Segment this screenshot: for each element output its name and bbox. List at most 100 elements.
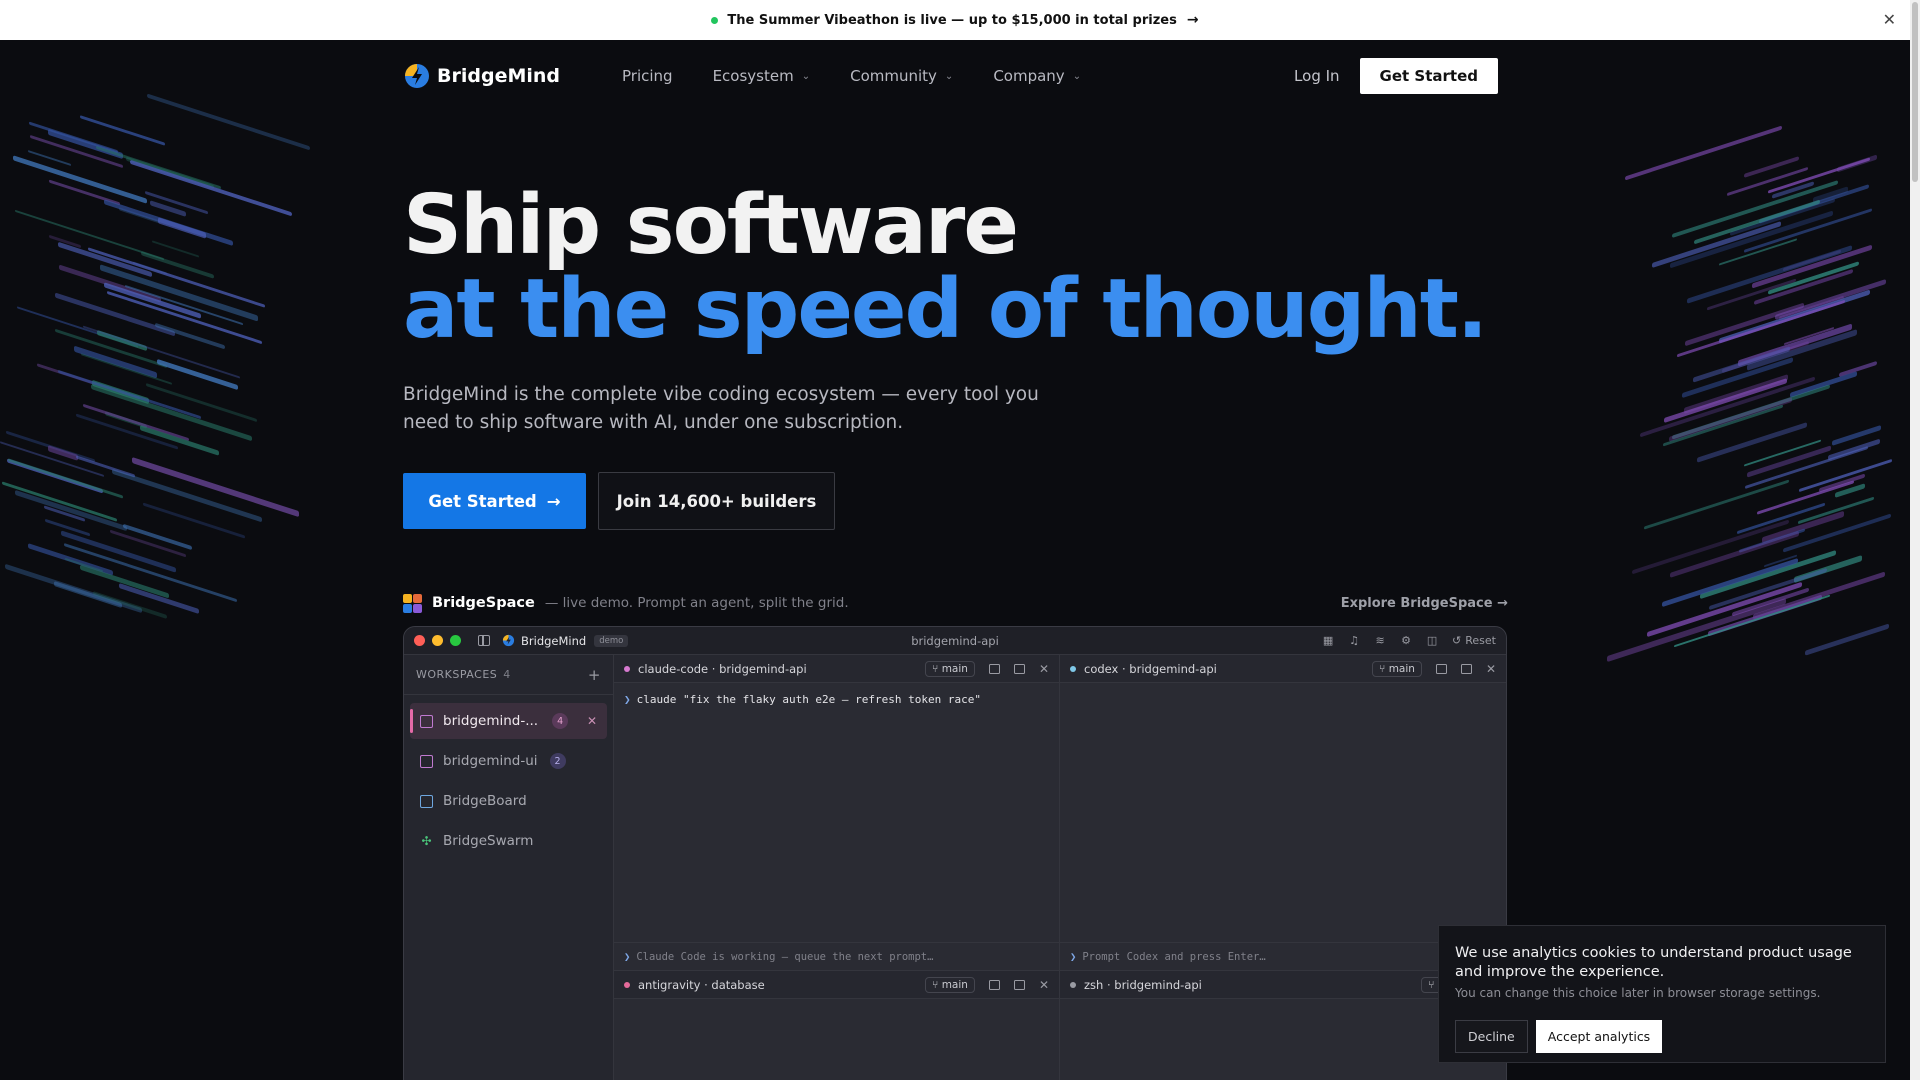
cookie-message: We use analytics cookies to understand p…	[1455, 945, 1852, 980]
waveform-icon[interactable]: ≋	[1374, 634, 1386, 647]
nav-actions: Log In Get Started	[1294, 58, 1498, 94]
close-icon[interactable]: ✕	[1883, 10, 1896, 29]
sidebar-toggle-icon[interactable]	[478, 635, 490, 646]
pane-status-dot	[624, 981, 630, 988]
close-pane-icon[interactable]: ✕	[1039, 978, 1049, 992]
bridgemind-logo-icon	[502, 634, 515, 647]
prompt-chevron-icon: ❯	[624, 693, 631, 706]
prompt-placeholder: Claude Code is working — queue the next …	[636, 950, 934, 963]
pane-status-dot	[1070, 665, 1076, 672]
nav-ecosystem[interactable]: Ecosystem ⌄	[713, 67, 811, 85]
split-vertical-icon[interactable]	[988, 979, 1000, 990]
maximize-window-button[interactable]	[450, 635, 461, 646]
demo-badge: demo	[594, 634, 629, 647]
terminal-pane[interactable]: codex · bridgemind-api ⑂ main ✕ ❯ Prompt …	[1060, 655, 1506, 971]
close-pane-icon[interactable]: ✕	[1039, 662, 1049, 676]
join-builders-button[interactable]: Join 14,600+ builders	[598, 472, 835, 530]
branch-name: main	[1388, 662, 1415, 675]
decorative-streak	[1664, 377, 1788, 424]
workspaces-count: 4	[503, 668, 511, 681]
get-started-nav-button[interactable]: Get Started	[1359, 58, 1498, 94]
top-nav: BridgeMind Pricing Ecosystem ⌄ Community ⌄…	[403, 58, 1498, 94]
pane-command: claude "fix the flaky auth e2e — refresh…	[636, 693, 981, 706]
decorative-streak	[147, 93, 311, 151]
bell-icon[interactable]: ♫	[1348, 634, 1360, 647]
pane-prompt-input[interactable]: ❯ Claude Code is working — queue the next…	[614, 942, 1059, 970]
decorative-streak	[1805, 622, 1890, 656]
branch-badge[interactable]: ⑂ main	[1372, 660, 1422, 677]
workspace-item[interactable]: ✣ BridgeSwarm	[410, 823, 607, 859]
prompt-chevron-icon: ❯	[1070, 950, 1077, 963]
page-scrollbar[interactable]	[1910, 0, 1920, 1080]
nav-company-label: Company	[993, 67, 1065, 85]
workspace-item[interactable]: bridgemind-ui 2	[410, 743, 607, 779]
scrollbar-thumb[interactable]	[1912, 2, 1918, 182]
pane-status-dot	[1070, 981, 1076, 988]
bridgespace-tagline: — live demo. Prompt an agent, split the …	[544, 595, 849, 611]
bridgespace-header: BridgeSpace — live demo. Prompt an agent…	[403, 593, 1508, 613]
branch-badge[interactable]: ⑂ main	[925, 660, 975, 677]
get-started-button[interactable]: Get Started →	[403, 473, 586, 529]
pane-title: zsh · bridgemind-api	[1084, 977, 1202, 992]
brand-name: BridgeMind	[437, 65, 560, 87]
reset-button[interactable]: ↺ Reset	[1452, 634, 1496, 647]
nav-pricing[interactable]: Pricing	[622, 67, 673, 85]
pane-header: codex · bridgemind-api ⑂ main ✕	[1060, 655, 1506, 683]
grid-icon[interactable]: ▦	[1322, 634, 1334, 647]
announcement-text[interactable]: The Summer Vibeathon is live — up to $15…	[727, 13, 1176, 28]
split-horizontal-icon[interactable]	[1013, 663, 1025, 674]
reset-label: Reset	[1465, 634, 1496, 647]
close-window-button[interactable]	[414, 635, 425, 646]
prompt-chevron-icon: ❯	[624, 950, 631, 963]
decorative-streak	[88, 246, 265, 308]
split-horizontal-icon[interactable]	[1460, 663, 1472, 674]
hero-subtitle: BridgeMind is the complete vibe coding e…	[403, 384, 1039, 433]
workspace-item[interactable]: bridgemind-... 4 ✕	[410, 703, 607, 739]
minimize-window-button[interactable]	[432, 635, 443, 646]
titlebar-actions: ▦ ♫ ≋ ⚙ ◫ ↺ Reset	[1322, 634, 1496, 647]
app-brand: BridgeMind demo	[502, 634, 629, 648]
workspaces-label: WORKSPACES	[416, 668, 498, 681]
workspace-item[interactable]: BridgeBoard	[410, 783, 607, 819]
nav-ecosystem-label: Ecosystem	[712, 67, 794, 85]
decorative-streak	[82, 325, 240, 380]
decorative-streak	[1744, 156, 1800, 179]
pane-status-dot	[624, 665, 630, 672]
decline-cookies-button[interactable]: Decline	[1455, 1020, 1528, 1053]
branch-badge[interactable]: ⑂ main	[925, 976, 975, 993]
close-pane-icon[interactable]: ✕	[1486, 662, 1496, 676]
decorative-code-art-left	[0, 93, 320, 640]
brand-logo[interactable]: BridgeMind	[403, 62, 560, 90]
split-vertical-icon[interactable]	[1435, 663, 1447, 674]
decorative-streak	[1676, 299, 1846, 358]
arrow-right-icon[interactable]: →	[1187, 12, 1199, 28]
close-icon[interactable]: ✕	[587, 714, 597, 728]
terminal-pane[interactable]: claude-code · bridgemind-api ⑂ main ✕ ❯ c…	[614, 655, 1060, 971]
nav-community[interactable]: Community ⌄	[850, 67, 953, 85]
split-horizontal-icon[interactable]	[1013, 979, 1025, 990]
chevron-down-icon: ⌄	[944, 70, 954, 82]
add-workspace-button[interactable]: +	[588, 666, 601, 684]
panel-icon[interactable]: ◫	[1426, 634, 1438, 647]
bridgespace-logo-icon	[403, 593, 422, 613]
live-dot	[711, 16, 719, 24]
workspace-name: BridgeSwarm	[443, 833, 534, 849]
decorative-streak	[118, 583, 199, 615]
pane-header: antigravity · database ⑂ main ✕	[614, 971, 1059, 999]
terminal-pane[interactable]: antigravity · database ⑂ main ✕	[614, 971, 1060, 1080]
cookie-banner: We use analytics cookies to understand p…	[1438, 925, 1886, 1063]
announcement-bar[interactable]: The Summer Vibeathon is live — up to $15…	[0, 0, 1910, 40]
pane-output	[614, 999, 1059, 1080]
accept-analytics-button[interactable]: Accept analytics	[1535, 1020, 1663, 1053]
workspace-badge: 4	[552, 713, 569, 729]
pane-title: codex · bridgemind-api	[1084, 661, 1217, 676]
gear-icon[interactable]: ⚙	[1400, 634, 1412, 647]
nav-company[interactable]: Company ⌄	[993, 67, 1081, 85]
workspaces-header: WORKSPACES 4 +	[404, 655, 613, 695]
chevron-down-icon: ⌄	[1072, 70, 1082, 82]
explore-bridgespace-link[interactable]: Explore BridgeSpace →	[1341, 596, 1508, 611]
pane-header: claude-code · bridgemind-api ⑂ main ✕	[614, 655, 1059, 683]
login-link[interactable]: Log In	[1294, 67, 1340, 85]
split-vertical-icon[interactable]	[988, 663, 1000, 674]
bridgemind-logo-icon	[405, 64, 429, 88]
